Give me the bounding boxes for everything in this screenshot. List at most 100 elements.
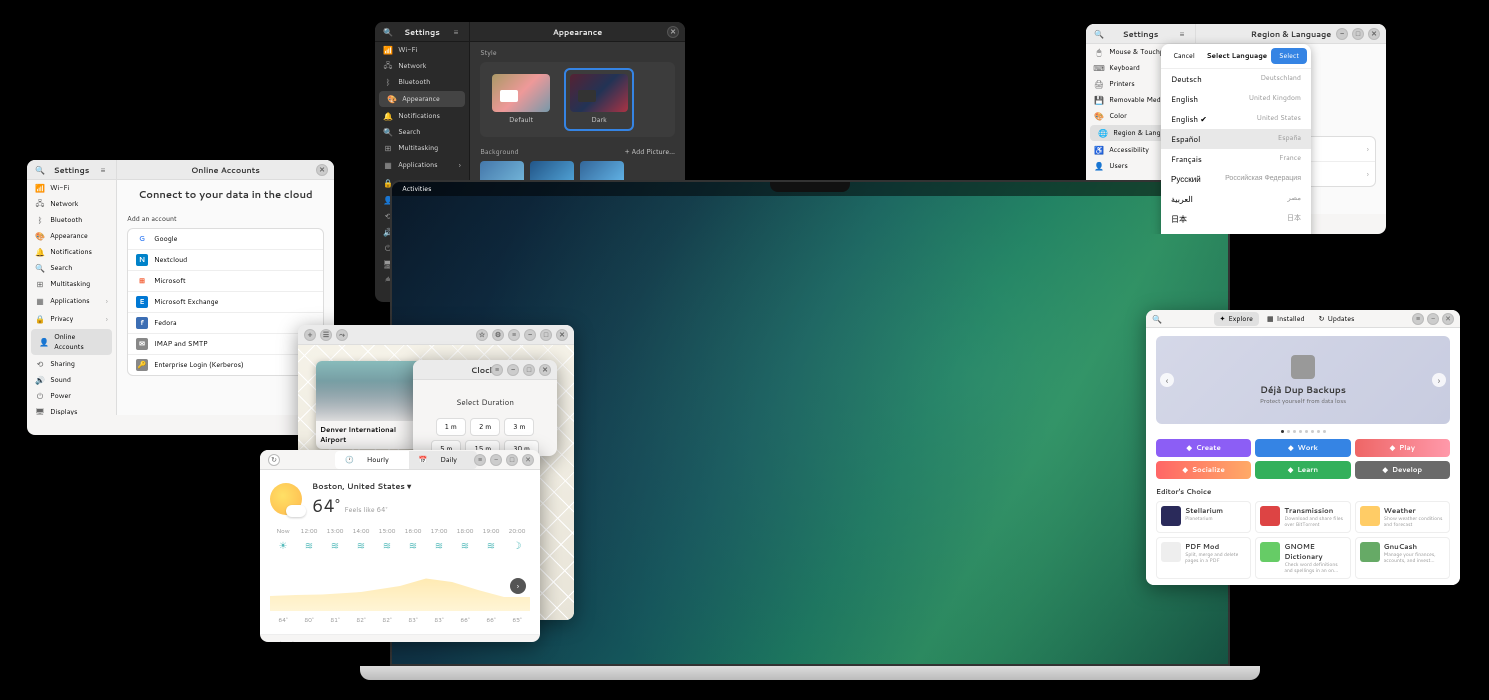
next-button[interactable]: ›: [1432, 373, 1446, 387]
sidebar-item-network[interactable]: 🖧Network: [27, 196, 116, 212]
close-icon[interactable]: ✕: [556, 329, 568, 341]
sidebar-item-appearance[interactable]: 🎨Appearance: [379, 91, 465, 107]
maximize-icon[interactable]: □: [1352, 28, 1364, 40]
menu-icon[interactable]: ≡: [1412, 313, 1424, 325]
chevron-right-icon[interactable]: ›: [1367, 168, 1369, 180]
maximize-icon[interactable]: □: [540, 329, 552, 341]
sidebar-item-network[interactable]: 🖧Network: [375, 58, 469, 74]
route-icon[interactable]: ⤳: [336, 329, 348, 341]
location-button[interactable]: Boston, United States ▾: [312, 480, 411, 492]
minimize-icon[interactable]: −: [490, 454, 502, 466]
lang-option[interactable]: العربيةمصر: [1161, 189, 1311, 209]
sidebar-item-wi-fi[interactable]: 📶Wi-Fi: [27, 180, 116, 196]
layer-icon[interactable]: ☰: [320, 329, 332, 341]
sidebar-item-notifications[interactable]: 🔔Notifications: [375, 108, 469, 124]
category-play[interactable]: ◆ Play: [1355, 439, 1450, 457]
lang-option[interactable]: РусскийРоссийская Федерация: [1161, 169, 1311, 189]
search-icon[interactable]: 🔍: [1094, 29, 1104, 39]
sidebar-item-privacy[interactable]: 🔒Privacy›: [27, 310, 116, 328]
provider-google[interactable]: GGoogle: [128, 229, 323, 250]
lang-option[interactable]: 中国中国: [1161, 229, 1311, 234]
style-default[interactable]: Default: [486, 68, 556, 131]
sidebar-item-applications[interactable]: ▦Applications›: [27, 292, 116, 310]
search-icon[interactable]: 🔍: [35, 165, 45, 175]
menu-icon[interactable]: ≡: [508, 329, 520, 341]
hero-banner[interactable]: ‹ › Déjà Dup Backups Protect yourself fr…: [1156, 336, 1450, 424]
updates-tab[interactable]: ↻ Updates: [1313, 312, 1361, 326]
search-icon[interactable]: 🔍: [383, 27, 393, 37]
close-icon[interactable]: ✕: [316, 164, 328, 176]
category-learn[interactable]: ◆ Learn: [1255, 461, 1350, 479]
lang-option[interactable]: EspañolEspaña: [1161, 129, 1311, 149]
sidebar-item-multitasking[interactable]: ⊞Multitasking: [375, 140, 469, 156]
app-transmission[interactable]: TransmissionDownload and share files ove…: [1255, 501, 1350, 533]
app-gnucash[interactable]: GnuCashManage your finances, accounts, a…: [1355, 537, 1450, 579]
duration-option[interactable]: 3 m: [504, 418, 534, 436]
category-socialize[interactable]: ◆ Socialize: [1156, 461, 1251, 479]
sidebar-item-search[interactable]: 🔍Search: [27, 260, 116, 276]
activities-button[interactable]: Activities: [402, 184, 431, 194]
lang-option[interactable]: DeutschDeutschland: [1161, 69, 1311, 89]
select-button[interactable]: Select: [1271, 48, 1307, 64]
sidebar-item-power[interactable]: ⏻Power: [27, 388, 116, 404]
sidebar-item-appearance[interactable]: 🎨Appearance: [27, 228, 116, 244]
provider-nextcloud[interactable]: NNextcloud: [128, 250, 323, 271]
provider-microsoft-exchange[interactable]: EMicrosoft Exchange: [128, 292, 323, 313]
style-dark[interactable]: Dark: [564, 68, 634, 131]
star-icon[interactable]: ☆: [476, 329, 488, 341]
app-weather[interactable]: WeatherShow weather conditions and forec…: [1355, 501, 1450, 533]
close-icon[interactable]: ✕: [667, 26, 679, 38]
daily-tab[interactable]: 📅 Daily: [409, 451, 477, 469]
app-stellarium[interactable]: StellariumPlanetarium: [1156, 501, 1251, 533]
prev-button[interactable]: ‹: [1160, 373, 1174, 387]
minimize-icon[interactable]: −: [507, 364, 519, 376]
sidebar-item-online-accounts[interactable]: 👤Online Accounts: [31, 329, 112, 355]
provider-imap-and-smtp[interactable]: ✉IMAP and SMTP: [128, 334, 323, 355]
menu-icon[interactable]: ≡: [451, 27, 461, 37]
menu-icon[interactable]: ≡: [491, 364, 503, 376]
search-icon[interactable]: 🔍: [1152, 314, 1162, 324]
provider-fedora[interactable]: fFedora: [128, 313, 323, 334]
duration-option[interactable]: 2 m: [470, 418, 500, 436]
filter-icon[interactable]: ⚙: [492, 329, 504, 341]
add-picture-button[interactable]: + Add Picture...: [625, 147, 675, 157]
provider-microsoft[interactable]: ⊞Microsoft: [128, 271, 323, 292]
menu-icon[interactable]: ≡: [474, 454, 486, 466]
close-icon[interactable]: ✕: [1368, 28, 1380, 40]
sidebar-item-search[interactable]: 🔍Search: [375, 124, 469, 140]
cancel-button[interactable]: Cancel: [1165, 48, 1203, 64]
maximize-icon[interactable]: □: [506, 454, 518, 466]
sidebar-item-sound[interactable]: 🔊Sound: [27, 372, 116, 388]
sidebar-item-notifications[interactable]: 🔔Notifications: [27, 244, 116, 260]
close-icon[interactable]: ✕: [522, 454, 534, 466]
close-icon[interactable]: ✕: [1442, 313, 1454, 325]
refresh-icon[interactable]: ↻: [268, 454, 280, 466]
maximize-icon[interactable]: □: [523, 364, 535, 376]
menu-icon[interactable]: ≡: [1177, 29, 1187, 39]
sidebar-item-displays[interactable]: 🖥Displays: [27, 404, 116, 415]
sidebar-item-applications[interactable]: ▦Applications›: [375, 156, 469, 174]
next-button[interactable]: ›: [510, 578, 526, 594]
category-create[interactable]: ◆ Create: [1156, 439, 1251, 457]
add-icon[interactable]: +: [304, 329, 316, 341]
menu-icon[interactable]: ≡: [98, 165, 108, 175]
hourly-tab[interactable]: 🕐 Hourly: [335, 451, 409, 469]
provider-enterprise-login-(kerberos)[interactable]: 🔑Enterprise Login (Kerberos): [128, 355, 323, 375]
chevron-right-icon[interactable]: ›: [1367, 143, 1369, 155]
lang-option[interactable]: 日本日本: [1161, 209, 1311, 229]
lang-option[interactable]: English ✔United States: [1161, 109, 1311, 129]
lang-option[interactable]: FrançaisFrance: [1161, 149, 1311, 169]
minimize-icon[interactable]: −: [1336, 28, 1348, 40]
sidebar-item-bluetooth[interactable]: ᛒBluetooth: [27, 212, 116, 228]
duration-option[interactable]: 1 m: [436, 418, 466, 436]
close-icon[interactable]: ✕: [539, 364, 551, 376]
sidebar-item-multitasking[interactable]: ⊞Multitasking: [27, 276, 116, 292]
sidebar-item-wi-fi[interactable]: 📶Wi-Fi: [375, 42, 469, 58]
lang-option[interactable]: EnglishUnited Kingdom: [1161, 89, 1311, 109]
category-work[interactable]: ◆ Work: [1255, 439, 1350, 457]
sidebar-item-bluetooth[interactable]: ᛒBluetooth: [375, 74, 469, 90]
sidebar-item-sharing[interactable]: ⟲Sharing: [27, 356, 116, 372]
explore-tab[interactable]: ✦ Explore: [1214, 312, 1259, 326]
minimize-icon[interactable]: −: [524, 329, 536, 341]
app-pdf-mod[interactable]: PDF ModSplit, merge and delete pages in …: [1156, 537, 1251, 579]
